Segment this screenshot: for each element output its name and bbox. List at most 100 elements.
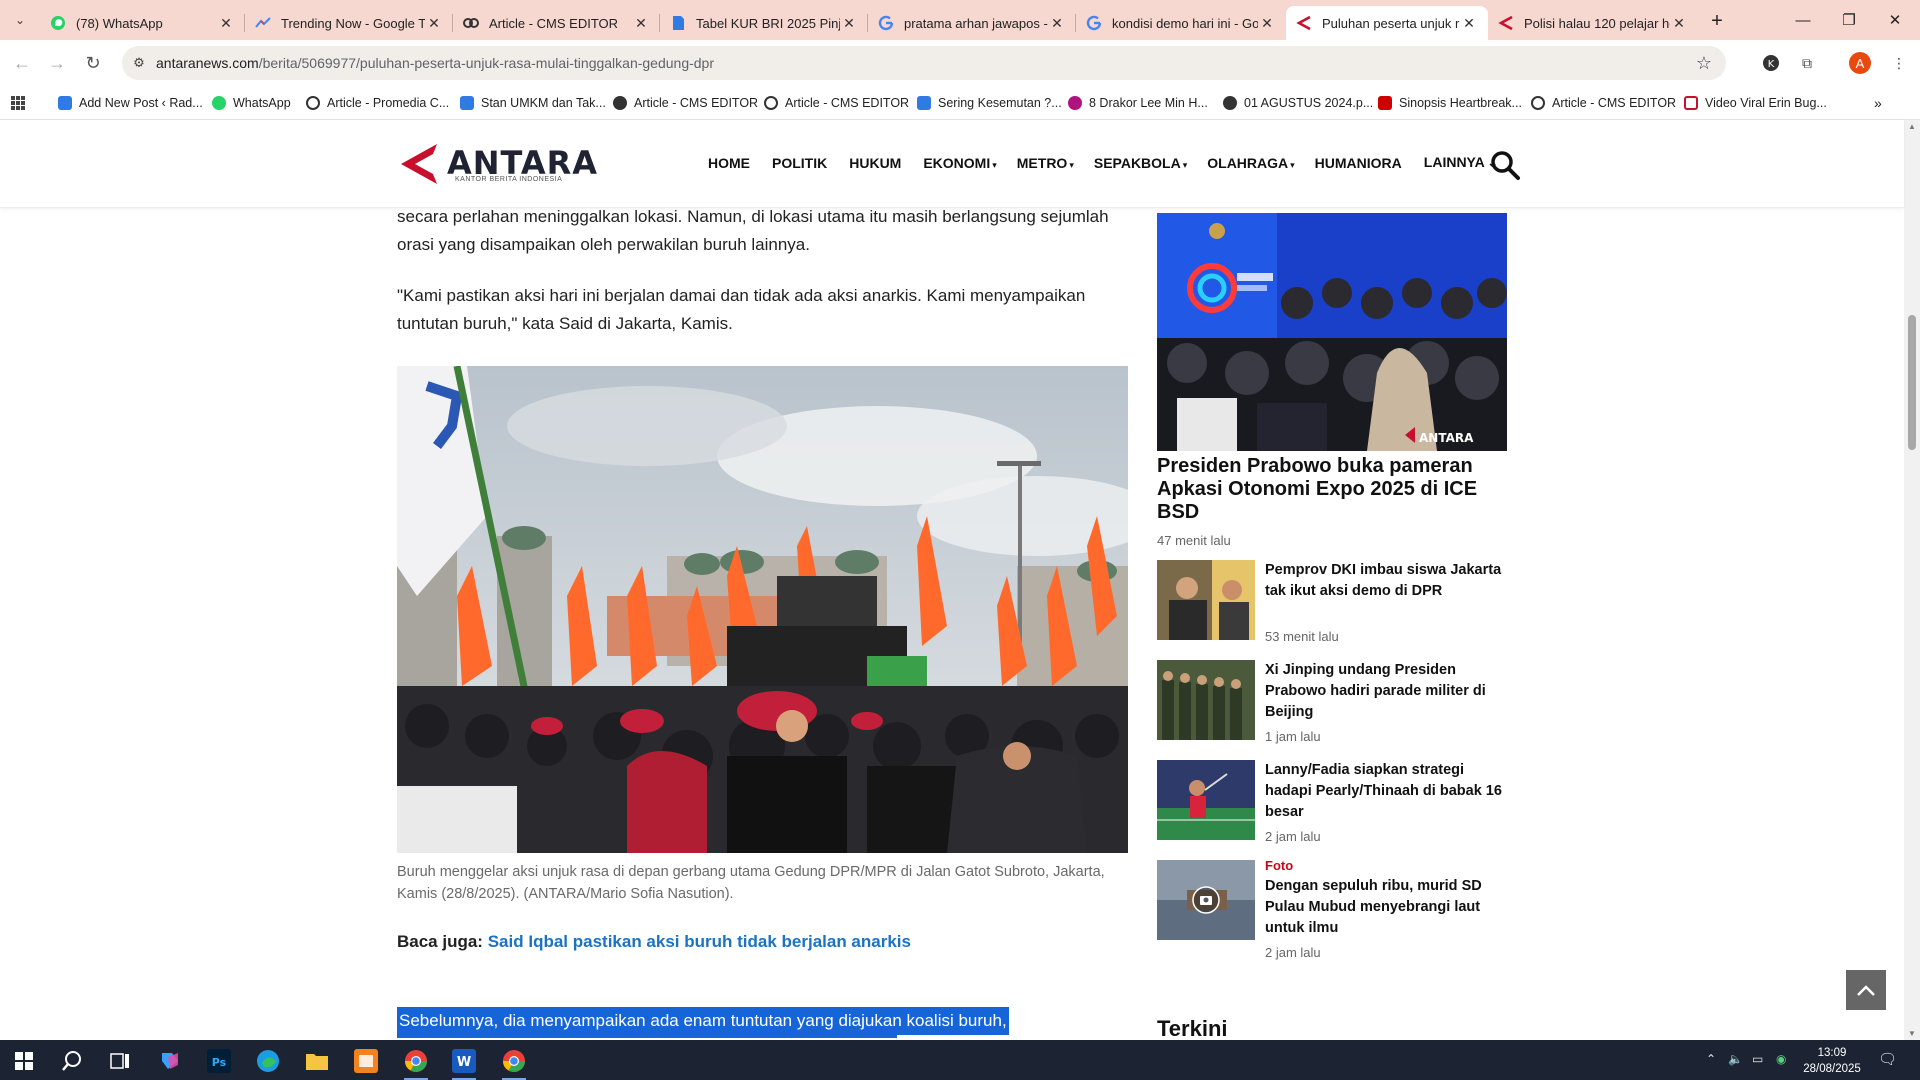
tray-expand-icon[interactable]: ⌃ (1706, 1052, 1716, 1066)
tab-antara-polisi[interactable]: Polisi halau 120 pelajar hendak ✕ (1488, 6, 1698, 40)
network-icon[interactable]: ▭ (1752, 1052, 1763, 1066)
scroll-up-arrow-icon[interactable]: ▲ (1908, 122, 1916, 131)
tab-search-button[interactable]: ⌄ (8, 8, 32, 32)
address-bar[interactable]: ⚙ antaranews.com/berita/5069977/puluhan-… (122, 46, 1726, 80)
start-button[interactable] (4, 1045, 44, 1077)
page-scrollbar[interactable]: ▲ ▼ (1904, 120, 1920, 1040)
task-view-button[interactable] (100, 1045, 140, 1077)
news-title[interactable]: Xi Jinping undang Presiden Prabowo hadir… (1265, 660, 1505, 723)
tab-cms-editor[interactable]: Article - CMS EDITOR ✕ (453, 6, 660, 40)
file-explorer-app[interactable] (297, 1045, 337, 1077)
scroll-down-arrow-icon[interactable]: ▼ (1908, 1029, 1916, 1038)
close-window-icon[interactable]: ✕ (1872, 0, 1918, 40)
nav-sepakbola[interactable]: SEPAKBOLA ▾ (1094, 155, 1187, 171)
chevron-down-icon: ▾ (1069, 159, 1074, 170)
antara-logo[interactable]: ANTARA KANTOR BERITA INDONESIA (397, 142, 597, 186)
bookmark-item[interactable]: Stan UMKM dan Tak... (460, 92, 606, 114)
site-info-icon[interactable]: ⚙ (122, 55, 156, 71)
cnn-icon (1378, 96, 1392, 110)
restore-icon[interactable]: ❐ (1826, 0, 1872, 40)
back-to-top-button[interactable] (1846, 970, 1886, 1010)
tab-antara-active[interactable]: Puluhan peserta unjuk rasa ✕ (1286, 6, 1488, 40)
chrome-app[interactable] (396, 1045, 436, 1080)
news-title[interactable]: Pemprov DKI imbau siswa Jakarta tak ikut… (1265, 560, 1505, 602)
nav-politik[interactable]: POLITIK (772, 155, 829, 171)
nav-humaniora[interactable]: HUMANIORA (1315, 155, 1404, 171)
volume-icon[interactable]: 🔈 (1728, 1052, 1743, 1066)
tab-close-icon[interactable]: ✕ (840, 15, 858, 32)
bookmark-item[interactable]: Video Viral Erin Bug... (1684, 92, 1827, 114)
news-title[interactable]: Dengan sepuluh ribu, murid SD Pulau Mubu… (1265, 876, 1505, 939)
news-category-label[interactable]: Foto (1265, 858, 1293, 873)
notifications-icon[interactable]: 🗨 (1878, 1050, 1897, 1068)
tab-trends[interactable]: Trending Now - Google Trends ✕ (245, 6, 453, 40)
tab-close-icon[interactable]: ✕ (1048, 15, 1066, 32)
edge-app[interactable] (248, 1045, 288, 1077)
tab-google-search-demo[interactable]: kondisi demo hari ini - Google ✕ (1076, 6, 1286, 40)
tab-google-search-arhan[interactable]: pratama arhan jawapos - Google ✕ (868, 6, 1076, 40)
copilot-app[interactable] (150, 1045, 190, 1077)
read-also-link[interactable]: Said Iqbal pastikan aksi buruh tidak ber… (488, 932, 911, 951)
bookmark-item[interactable]: Add New Post ‹ Rad... (58, 92, 203, 114)
bookmark-item[interactable]: WhatsApp (212, 92, 291, 114)
orange-app[interactable] (346, 1045, 386, 1077)
chrome-menu-icon[interactable]: ⋮ (1886, 50, 1912, 76)
chrome-app-profile[interactable] (494, 1045, 534, 1080)
apps-grid-icon[interactable] (10, 92, 26, 114)
tab-close-icon[interactable]: ✕ (1460, 15, 1478, 32)
bookmark-item[interactable]: Article - CMS EDITOR (1531, 92, 1676, 114)
tab-title: Article - CMS EDITOR (489, 15, 619, 31)
tab-close-icon[interactable]: ✕ (1670, 15, 1688, 32)
chevron-down-icon: ▾ (992, 159, 997, 170)
nav-hukum[interactable]: HUKUM (849, 155, 903, 171)
globe-icon (613, 96, 627, 110)
task-view-icon (110, 1053, 129, 1069)
nav-ekonomi[interactable]: EKONOMI ▾ (923, 155, 996, 171)
minimize-icon[interactable]: — (1780, 0, 1826, 40)
security-status-icon[interactable]: ◉ (1776, 1052, 1786, 1066)
back-icon[interactable]: ← (7, 48, 37, 78)
nav-olahraga[interactable]: OLAHRAGA ▾ (1207, 155, 1294, 171)
news-title[interactable]: Lanny/Fadia siapkan strategi hadapi Pear… (1265, 760, 1505, 823)
tab-title: Tabel KUR BRI 2025 Pinjaman (696, 15, 840, 31)
nav-home[interactable]: HOME (708, 155, 752, 171)
reload-icon[interactable]: ↻ (78, 48, 108, 78)
sidebar-news-item[interactable]: Pemprov DKI imbau siswa Jakarta tak ikut… (1157, 560, 1507, 644)
forward-icon[interactable]: → (42, 48, 72, 78)
main-navigation: HOME POLITIK HUKUM EKONOMI ▾ METRO ▾ SEPAK… (708, 154, 1518, 171)
bookmark-item[interactable]: Sering Kesemutan ?... (917, 92, 1062, 114)
bookmark-item[interactable]: Article - CMS EDITOR (764, 92, 909, 114)
scrollbar-thumb[interactable] (1908, 315, 1916, 450)
bookmark-item[interactable]: Article - Promedia C... (306, 92, 449, 114)
tab-close-icon[interactable]: ✕ (632, 15, 650, 32)
profile-avatar[interactable]: A (1849, 52, 1871, 74)
bookmark-item[interactable]: Article - CMS EDITOR (613, 92, 758, 114)
featured-news-title[interactable]: Presiden Prabowo buka pameran Apkasi Oto… (1157, 455, 1507, 524)
taskbar-search-button[interactable] (52, 1045, 92, 1077)
word-app[interactable]: W (444, 1045, 484, 1080)
photoshop-app[interactable]: Ps (199, 1045, 239, 1077)
bookmark-item[interactable]: 01 AGUSTUS 2024.p... (1223, 92, 1373, 114)
sidebar-news-item-photo[interactable]: Foto Dengan sepuluh ribu, murid SD Pulau… (1157, 858, 1507, 960)
bookmark-star-icon[interactable]: ☆ (1696, 53, 1712, 74)
nav-metro[interactable]: METRO ▾ (1017, 155, 1074, 171)
tab-close-icon[interactable]: ✕ (425, 15, 443, 32)
more-bookmarks-icon[interactable]: » (1874, 92, 1882, 114)
sidebar-news-item[interactable]: Lanny/Fadia siapkan strategi hadapi Pear… (1157, 760, 1507, 844)
site-search-icon[interactable] (1488, 148, 1522, 182)
tab-close-icon[interactable]: ✕ (1258, 15, 1276, 32)
tab-close-icon[interactable]: ✕ (217, 15, 235, 32)
news-time: 2 jam lalu (1265, 829, 1321, 844)
extension-k-icon[interactable]: K (1758, 50, 1784, 76)
chrome-icon (405, 1050, 427, 1072)
bookmark-item[interactable]: Sinopsis Heartbreak... (1378, 92, 1522, 114)
tab-whatsapp[interactable]: (78) WhatsApp ✕ (40, 6, 245, 40)
taskbar-clock[interactable]: 13:09 28/08/2025 (1796, 1045, 1868, 1077)
tab-kur-bri[interactable]: Tabel KUR BRI 2025 Pinjaman ✕ (660, 6, 868, 40)
article-photo[interactable] (397, 366, 1128, 853)
sidebar-news-item[interactable]: Xi Jinping undang Presiden Prabowo hadir… (1157, 660, 1507, 744)
bookmark-item[interactable]: 8 Drakor Lee Min H... (1068, 92, 1208, 114)
featured-news-image[interactable]: ANTARA (1157, 213, 1507, 451)
extensions-puzzle-icon[interactable]: ⧉ (1794, 50, 1820, 76)
new-tab-button[interactable]: + (1704, 8, 1730, 34)
